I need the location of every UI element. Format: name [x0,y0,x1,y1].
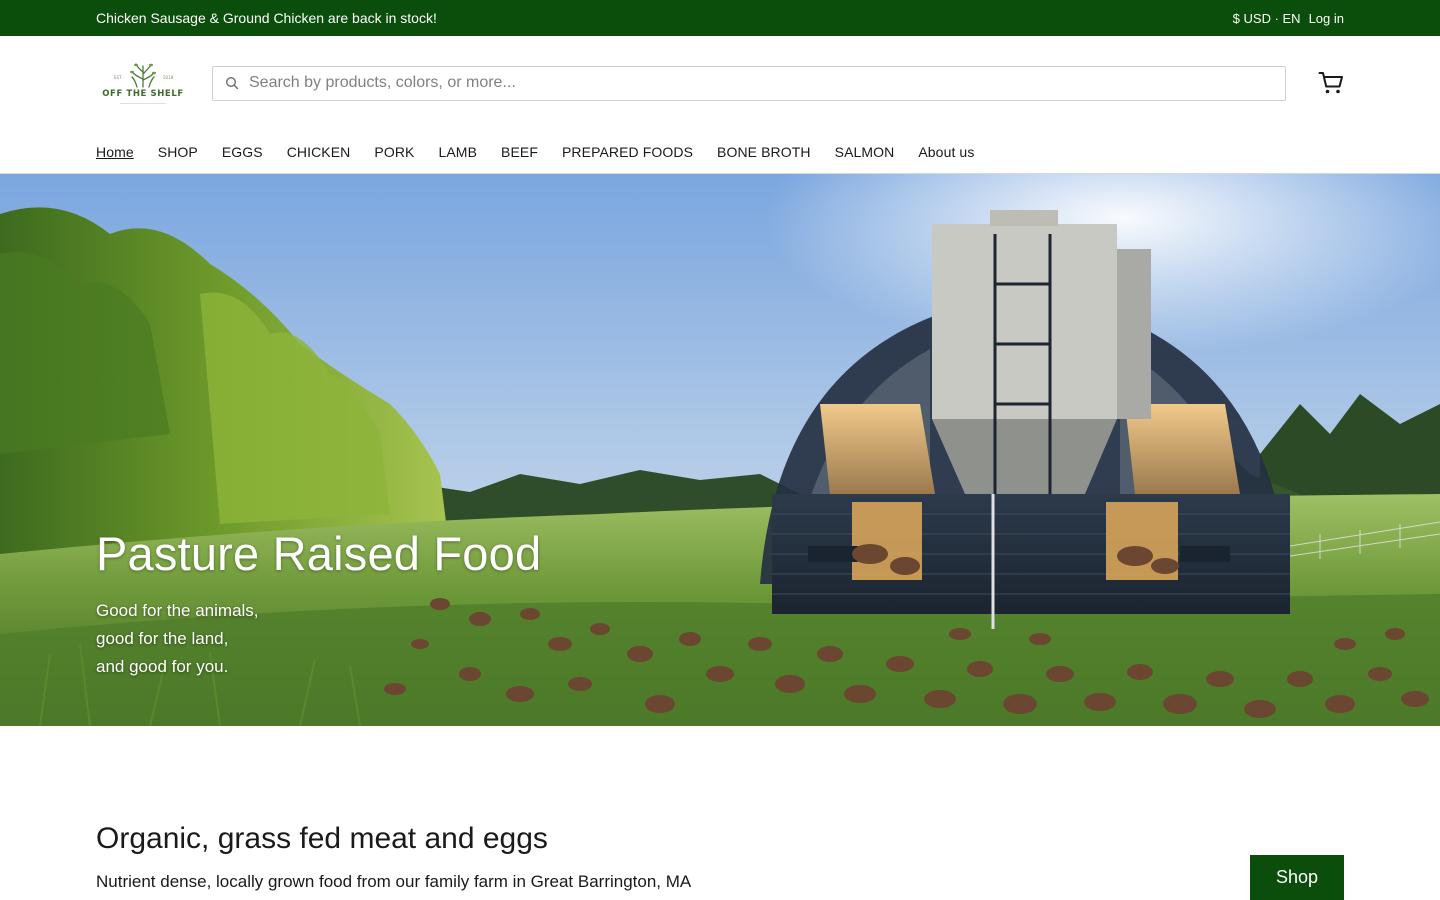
sprout-icon: EST 2018 [114,62,174,88]
nav-item-bone-broth[interactable]: BONE BROTH [717,144,811,160]
intro-subheading: Nutrient dense, locally grown food from … [96,872,692,891]
hero-tagline: Good for the animals, good for the land,… [96,597,541,681]
nav-item-pork[interactable]: PORK [374,144,414,160]
currency-language-selector[interactable]: $ USD · EN [1233,11,1301,26]
svg-text:2018: 2018 [163,75,174,80]
hero-tagline-line-3: and good for you. [96,657,229,676]
hero-text: Pasture Raised Food Good for the animals… [96,526,541,681]
nav-item-prepared-foods[interactable]: PREPARED FOODS [562,144,693,160]
intro-heading: Organic, grass fed meat and eggs [96,822,548,855]
nav-item-about-us[interactable]: About us [918,144,974,160]
shop-button[interactable]: Shop [1250,855,1344,900]
nav-item-chicken[interactable]: CHICKEN [287,144,351,160]
logo-text: OFF THE SHELF [102,88,184,99]
hero-title: Pasture Raised Food [96,527,542,580]
cart-icon[interactable] [1318,70,1344,96]
main-navigation: Home SHOP EGGS CHICKEN PORK LAMB BEEF PR… [0,130,1440,174]
login-link[interactable]: Log in [1309,11,1344,26]
nav-item-lamb[interactable]: LAMB [438,144,477,160]
hero-tagline-line-2: good for the land, [96,629,229,648]
announcement-message: Chicken Sausage & Ground Chicken are bac… [96,10,437,26]
hero-tagline-line-1: Good for the animals, [96,601,259,620]
logo-tagline-mark: ————————————— [120,100,166,105]
utility-links: $ USD · EN Log in [1233,11,1344,26]
nav-item-eggs[interactable]: EGGS [222,144,263,160]
hero-banner: Pasture Raised Food Good for the animals… [0,174,1440,726]
intro-section: Organic, grass fed meat and eggs Nutrien… [96,822,1344,892]
nav-item-beef[interactable]: BEEF [501,144,538,160]
search-bar[interactable] [212,65,1286,101]
svg-text:EST: EST [114,75,122,80]
search-input[interactable] [249,74,1273,92]
site-header: EST 2018 OFF THE SHELF ————————————— [0,36,1440,130]
site-logo[interactable]: EST 2018 OFF THE SHELF ————————————— [98,53,188,113]
nav-item-salmon[interactable]: SALMON [835,144,895,160]
nav-item-shop[interactable]: SHOP [158,144,198,160]
announcement-bar: Chicken Sausage & Ground Chicken are bac… [0,0,1440,36]
search-icon [225,76,239,90]
nav-item-home[interactable]: Home [96,144,134,160]
